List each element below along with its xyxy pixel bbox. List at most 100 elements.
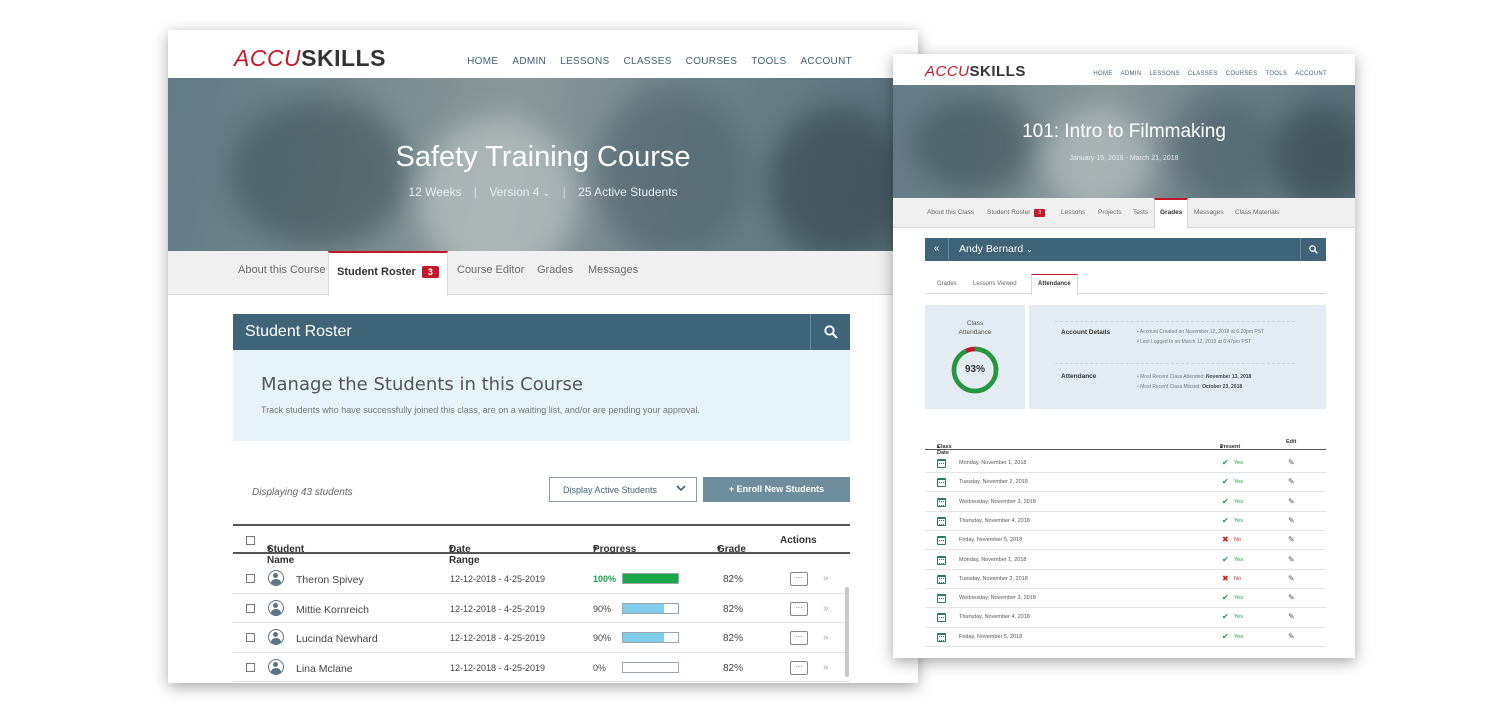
table-row[interactable]: Friday, November 5, 2018 ✖ No ✎ bbox=[925, 531, 1326, 551]
active-students-count: 25 Active Students bbox=[578, 185, 678, 199]
nav-home[interactable]: HOME bbox=[1093, 71, 1112, 77]
accuskills-logo[interactable]: ACCUSKILLS bbox=[925, 63, 1026, 80]
nav-classes[interactable]: CLASSES bbox=[1188, 71, 1218, 77]
student-select[interactable]: Andy Bernard ⌄ bbox=[959, 243, 1033, 255]
tab-messages[interactable]: Messages bbox=[1194, 209, 1224, 216]
student-rows: Theron Spivey 12-12-2018 - 4-25-2019 100… bbox=[233, 564, 850, 682]
nav-classes[interactable]: CLASSES bbox=[623, 56, 671, 67]
table-row[interactable]: Thursday, November 4, 2018 ✔ Yes ✎ bbox=[925, 608, 1326, 628]
nav-lessons[interactable]: LESSONS bbox=[560, 56, 609, 67]
nav-admin[interactable]: ADMIN bbox=[1121, 71, 1142, 77]
edit-icon[interactable]: ✎ bbox=[1288, 497, 1295, 506]
table-row[interactable]: Lina Mclane 12-12-2018 - 4-25-2019 0% 82… bbox=[233, 653, 850, 682]
nav-account[interactable]: ACCOUNT bbox=[800, 56, 852, 67]
table-row[interactable]: Thursday, November 4, 2018 ✔ Yes ✎ bbox=[925, 512, 1326, 532]
table-row[interactable]: Wednesday, November 3, 2018 ✔ Yes ✎ bbox=[925, 493, 1326, 512]
nav-account[interactable]: ACCOUNT bbox=[1295, 71, 1327, 77]
class-date: Tuesday, November 2, 2018 bbox=[959, 575, 1028, 582]
present-status: Yes bbox=[1234, 595, 1243, 602]
nav-home[interactable]: HOME bbox=[467, 56, 498, 67]
nav-lessons[interactable]: LESSONS bbox=[1149, 71, 1179, 77]
course-weeks: 12 Weeks bbox=[408, 185, 462, 199]
more-actions-button[interactable]: ··· bbox=[790, 660, 808, 675]
panel-title: Student Roster bbox=[245, 323, 352, 340]
chevron-double-right-icon[interactable]: » bbox=[823, 603, 829, 614]
edit-icon[interactable]: ✎ bbox=[1288, 612, 1295, 621]
row-checkbox[interactable] bbox=[246, 633, 255, 642]
edit-icon[interactable]: ✎ bbox=[1288, 593, 1295, 602]
table-scrollbar[interactable] bbox=[845, 587, 849, 677]
calendar-icon bbox=[937, 497, 946, 507]
sort-icon: ▾ bbox=[449, 544, 454, 553]
student-name[interactable]: Lucinda Newhard bbox=[296, 633, 378, 645]
edit-icon[interactable]: ✎ bbox=[1288, 477, 1295, 486]
edit-icon[interactable]: ✎ bbox=[1288, 535, 1295, 544]
tab-grades[interactable]: Grades bbox=[537, 264, 573, 276]
table-row[interactable]: Wednesday, November 3, 2018 ✔ Yes ✎ bbox=[925, 589, 1326, 609]
tab-messages[interactable]: Messages bbox=[588, 264, 638, 276]
select-all-checkbox[interactable] bbox=[246, 536, 255, 545]
tab-grades[interactable]: Grades bbox=[1154, 198, 1189, 229]
search-button[interactable] bbox=[810, 314, 850, 350]
table-row[interactable]: Friday, November 5, 2018 ✔ Yes ✎ bbox=[925, 628, 1326, 647]
enroll-students-button[interactable]: + Enroll New Students bbox=[703, 477, 850, 502]
edit-icon[interactable]: ✎ bbox=[1288, 632, 1295, 641]
subtab-attendance[interactable]: Attendance bbox=[1031, 274, 1078, 295]
class-date: Wednesday, November 3, 2018 bbox=[959, 498, 1036, 505]
student-name[interactable]: Theron Spivey bbox=[296, 574, 364, 586]
table-row[interactable]: Mittie Kornreich 12-12-2018 - 4-25-2019 … bbox=[233, 594, 850, 623]
calendar-icon bbox=[937, 459, 946, 468]
chevron-double-right-icon[interactable]: » bbox=[823, 662, 829, 673]
nav-courses[interactable]: COURSES bbox=[1226, 71, 1258, 77]
check-icon: ✔ bbox=[1222, 515, 1229, 525]
class-date: Monday, November 1, 2018 bbox=[959, 556, 1027, 563]
nav-courses[interactable]: COURSES bbox=[686, 56, 738, 67]
edit-icon[interactable]: ✎ bbox=[1288, 458, 1295, 467]
search-button[interactable] bbox=[1300, 238, 1326, 261]
table-row[interactable]: Monday, November 1, 2018 ✔ Yes ✎ bbox=[925, 454, 1326, 474]
nav-admin[interactable]: ADMIN bbox=[512, 56, 546, 67]
class-date: Thursday, November 4, 2018 bbox=[959, 517, 1030, 524]
table-row[interactable]: Tuesday, November 2, 2018 ✖ No ✎ bbox=[925, 570, 1326, 589]
row-checkbox[interactable] bbox=[246, 662, 255, 672]
row-checkbox[interactable] bbox=[246, 603, 255, 613]
hero-banner: 101: Intro to Filmmaking January 15, 201… bbox=[893, 85, 1355, 198]
table-row[interactable]: Tuesday, November 2, 2018 ✔ Yes ✎ bbox=[925, 473, 1326, 493]
edit-icon[interactable]: ✎ bbox=[1288, 516, 1295, 525]
grade-value: 82% bbox=[723, 574, 744, 585]
subtab-lessons-viewed[interactable]: Lessons Viewed bbox=[973, 281, 1017, 287]
chevron-double-right-icon[interactable]: » bbox=[823, 573, 829, 584]
sort-icon: ▾ bbox=[267, 544, 272, 553]
nav-tools[interactable]: TOOLS bbox=[751, 56, 786, 67]
row-checkbox[interactable] bbox=[246, 574, 255, 583]
more-actions-button[interactable]: ··· bbox=[790, 631, 808, 645]
accuskills-logo[interactable]: ACCUSKILLS bbox=[234, 45, 386, 72]
logo-text: SKILLS bbox=[301, 45, 386, 71]
nav-tools[interactable]: TOOLS bbox=[1265, 71, 1287, 77]
more-actions-button[interactable]: ··· bbox=[790, 601, 808, 616]
version-dropdown[interactable]: Version 4 ⌄ bbox=[489, 185, 550, 199]
chevron-double-right-icon[interactable]: » bbox=[823, 632, 829, 643]
info-text: Track students who have successfully joi… bbox=[261, 405, 700, 415]
more-actions-button[interactable]: ··· bbox=[790, 572, 808, 586]
tab-class-materials[interactable]: Class Materials bbox=[1235, 209, 1279, 216]
tab-course-editor[interactable]: Course Editor bbox=[457, 264, 524, 276]
student-count-text: Displaying 43 students bbox=[252, 487, 353, 498]
table-row[interactable]: Lucinda Newhard 12-12-2018 - 4-25-2019 9… bbox=[233, 623, 850, 653]
student-name[interactable]: Mittie Kornreich bbox=[296, 604, 369, 616]
table-row[interactable]: Monday, November 1, 2018 ✔ Yes ✎ bbox=[925, 551, 1326, 570]
student-name[interactable]: Lina Mclane bbox=[296, 663, 353, 675]
tab-about[interactable]: About this Course bbox=[238, 264, 325, 276]
tab-student-roster[interactable]: Student Roster 3 bbox=[328, 251, 448, 296]
edit-icon[interactable]: ✎ bbox=[1288, 555, 1295, 564]
subtab-grades[interactable]: Grades bbox=[937, 281, 957, 287]
edit-icon[interactable]: ✎ bbox=[1288, 574, 1295, 583]
tab-tests[interactable]: Tests bbox=[1133, 209, 1148, 216]
back-button[interactable]: « bbox=[925, 238, 949, 261]
tab-about[interactable]: About this Class bbox=[927, 209, 974, 216]
tab-student-roster[interactable]: Student Roster 3 bbox=[987, 209, 1046, 217]
table-row[interactable]: Theron Spivey 12-12-2018 - 4-25-2019 100… bbox=[233, 564, 850, 594]
student-filter-select[interactable]: Display Active Students bbox=[549, 477, 697, 502]
tab-lessons[interactable]: Lessons bbox=[1061, 209, 1085, 216]
tab-projects[interactable]: Projects bbox=[1098, 209, 1121, 216]
